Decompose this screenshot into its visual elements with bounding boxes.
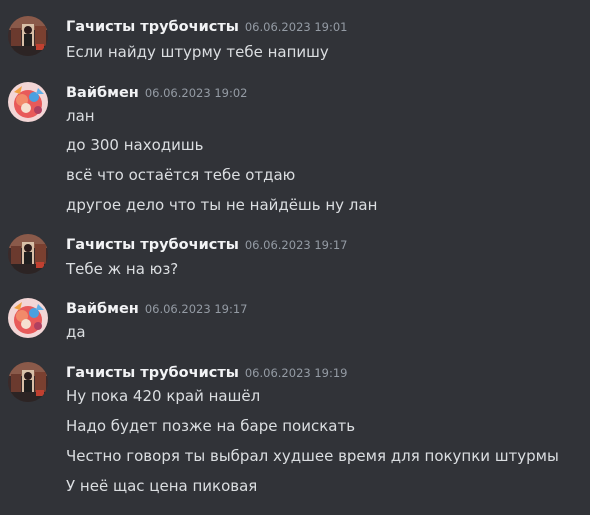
- timestamp: 06.06.2023 19:17: [244, 238, 348, 252]
- avatar-anime-icon[interactable]: [8, 82, 48, 122]
- timestamp: 06.06.2023 19:02: [144, 86, 248, 100]
- avatar-photo-icon[interactable]: [8, 234, 48, 274]
- message-text: Надо будет позже на баре поискать: [66, 417, 356, 435]
- avatar-anime-icon[interactable]: [8, 298, 48, 338]
- author-name[interactable]: Гачисты трубочисты: [66, 237, 239, 253]
- message-header: Вайбмен 06.06.2023 19:02: [66, 82, 247, 103]
- author-name[interactable]: Вайбмен: [66, 85, 139, 101]
- message-header: Гачисты трубочисты 06.06.2023 19:17: [66, 234, 348, 255]
- message-text: Честно говоря ты выбрал худшее время для…: [66, 447, 559, 465]
- message-text: другое дело что ты не найдёшь ну лан: [66, 196, 378, 214]
- message-text: всё что остаётся тебе отдаю: [66, 166, 296, 184]
- message-header: Гачисты трубочисты 06.06.2023 19:19: [66, 362, 348, 383]
- author-name[interactable]: Гачисты трубочисты: [66, 365, 239, 381]
- author-name[interactable]: Вайбмен: [66, 301, 139, 317]
- message-header: Вайбмен 06.06.2023 19:17: [66, 298, 247, 319]
- message-text: лан: [66, 107, 95, 125]
- avatar-photo-icon[interactable]: [8, 16, 48, 56]
- message-text: Если найду штурму тебе напишу: [66, 43, 329, 61]
- message-text: да: [66, 323, 86, 341]
- message-header: Гачисты трубочисты 06.06.2023 19:01: [66, 16, 348, 37]
- message-text: Тебе ж на юз?: [66, 260, 179, 278]
- avatar-photo-icon[interactable]: [8, 362, 48, 402]
- timestamp: 06.06.2023 19:19: [244, 366, 348, 380]
- author-name[interactable]: Гачисты трубочисты: [66, 19, 239, 35]
- message-text: У неё щас цена пиковая: [66, 477, 258, 495]
- message-text: до 300 находишь: [66, 136, 204, 154]
- message-text: Ну пока 420 край нашёл: [66, 387, 261, 405]
- timestamp: 06.06.2023 19:17: [144, 302, 248, 316]
- timestamp: 06.06.2023 19:01: [244, 20, 348, 34]
